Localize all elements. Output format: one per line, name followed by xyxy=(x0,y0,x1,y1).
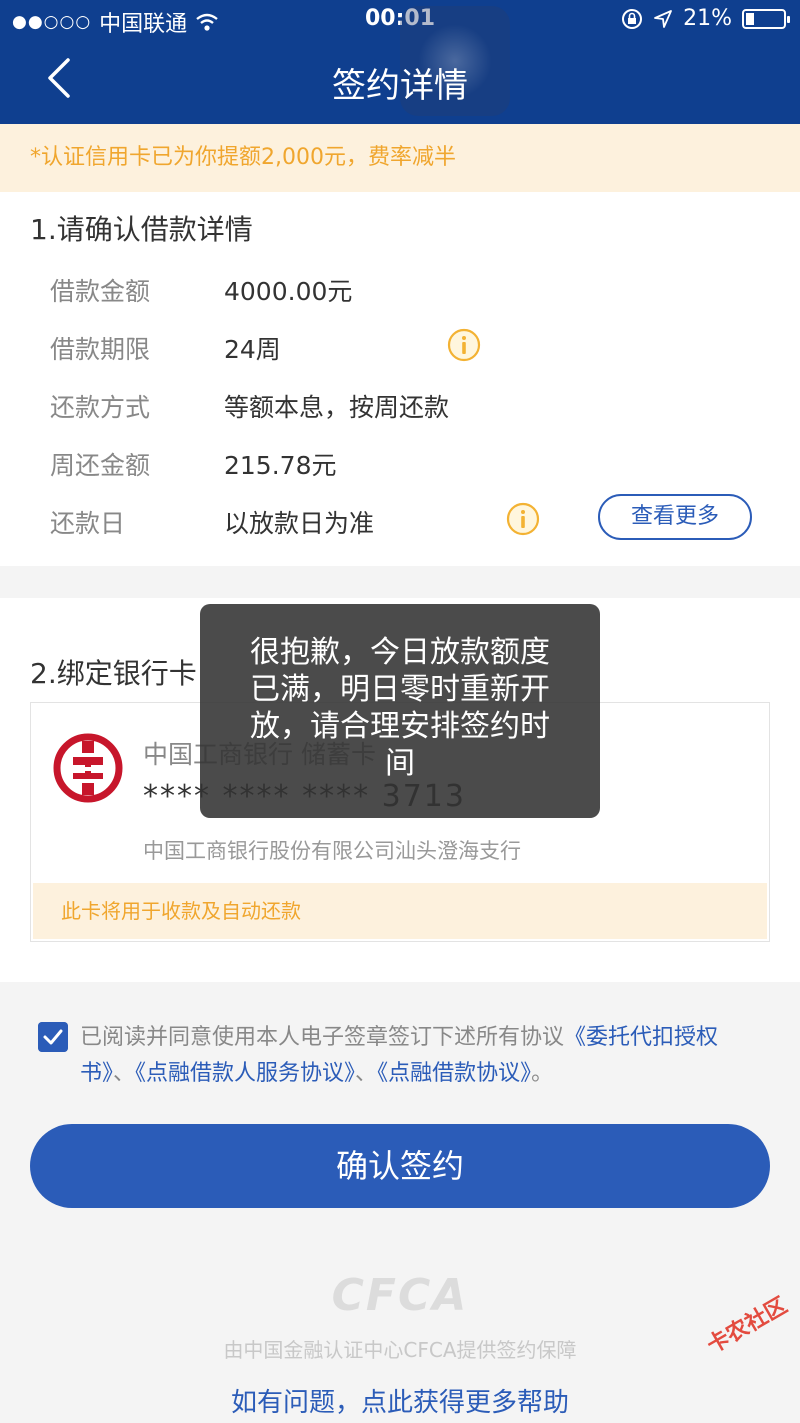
loan-row-term: 借款期限 24周 xyxy=(0,328,800,388)
icbc-logo-icon xyxy=(53,733,123,803)
loan-details-section: 1.请确认借款详情 借款金额 4000.00元 借款期限 24周 还款方式 等额… xyxy=(0,192,800,566)
row-label: 周还金额 xyxy=(50,451,151,480)
loan-row-amount: 借款金额 4000.00元 xyxy=(0,272,800,330)
agreement-block: 已阅读并同意使用本人电子签章签订下述所有协议《委托代扣授权书》、《点融借款人服务… xyxy=(38,1020,768,1092)
rotation-lock-icon xyxy=(622,8,643,29)
row-label: 借款期限 xyxy=(50,335,151,364)
separator: 、 xyxy=(355,1061,378,1086)
row-value: 等额本息，按周还款 xyxy=(224,393,450,422)
row-value: 以放款日为准 xyxy=(224,509,375,538)
promo-notice: *认证信用卡已为你提额2,000元，费率减半 xyxy=(0,124,800,192)
toast-message: 很抱歉，今日放款额度已满，明日零时重新开放，请合理安排签约时间 xyxy=(200,604,600,818)
cfca-logo: CFCA xyxy=(331,1270,469,1321)
page-title: 签约详情 xyxy=(332,66,468,106)
agreement-text: 已阅读并同意使用本人电子签章签订下述所有协议《委托代扣授权书》、《点融借款人服务… xyxy=(38,1020,768,1092)
location-icon xyxy=(654,9,672,28)
row-label: 还款日 xyxy=(50,509,126,538)
loan-agreement-link[interactable]: 《点融借款协议》 xyxy=(377,1061,531,1086)
separator: 、 xyxy=(113,1061,136,1086)
view-more-button[interactable]: 查看更多 xyxy=(598,494,752,540)
agreement-suffix: 。 xyxy=(531,1061,554,1086)
bank-branch: 中国工商银行股份有限公司汕头澄海支行 xyxy=(143,839,521,863)
row-label: 借款金额 xyxy=(50,277,151,306)
borrower-service-link[interactable]: 《点融借款人服务协议》 xyxy=(135,1061,355,1086)
row-value: 215.78元 xyxy=(224,451,337,480)
battery-percent: 21% xyxy=(683,6,732,31)
agreement-checkbox[interactable] xyxy=(38,1022,68,1052)
battery-fill xyxy=(746,12,754,25)
bank-section-title: 2.绑定银行卡 xyxy=(30,657,197,690)
card-usage-note: 此卡将用于收款及自动还款 xyxy=(33,883,767,939)
agreement-prefix: 已阅读并同意使用本人电子签章签订下述所有协议 xyxy=(80,1025,565,1050)
status-right: 21% xyxy=(621,6,790,31)
battery-icon xyxy=(742,8,790,29)
loan-section-title: 1.请确认借款详情 xyxy=(30,213,253,246)
loan-row-method: 还款方式 等额本息，按周还款 xyxy=(0,388,800,446)
header: ●●○○○ 中国联通 00:01 21% 签约详情 xyxy=(0,0,800,124)
row-value: 4000.00元 xyxy=(224,277,353,306)
row-label: 还款方式 xyxy=(50,393,151,422)
help-link[interactable]: 如有问题，点此获得更多帮助 xyxy=(0,1382,800,1419)
info-icon[interactable] xyxy=(506,502,540,536)
row-value: 24周 xyxy=(224,335,281,364)
confirm-sign-button[interactable]: 确认签约 xyxy=(30,1124,770,1208)
cfca-guarantee-text: 由中国金融认证中心CFCA提供签约保障 xyxy=(223,1338,577,1362)
info-icon[interactable] xyxy=(447,328,481,362)
loan-row-repay-day: 还款日 以放款日为准 查看更多 xyxy=(0,494,800,562)
